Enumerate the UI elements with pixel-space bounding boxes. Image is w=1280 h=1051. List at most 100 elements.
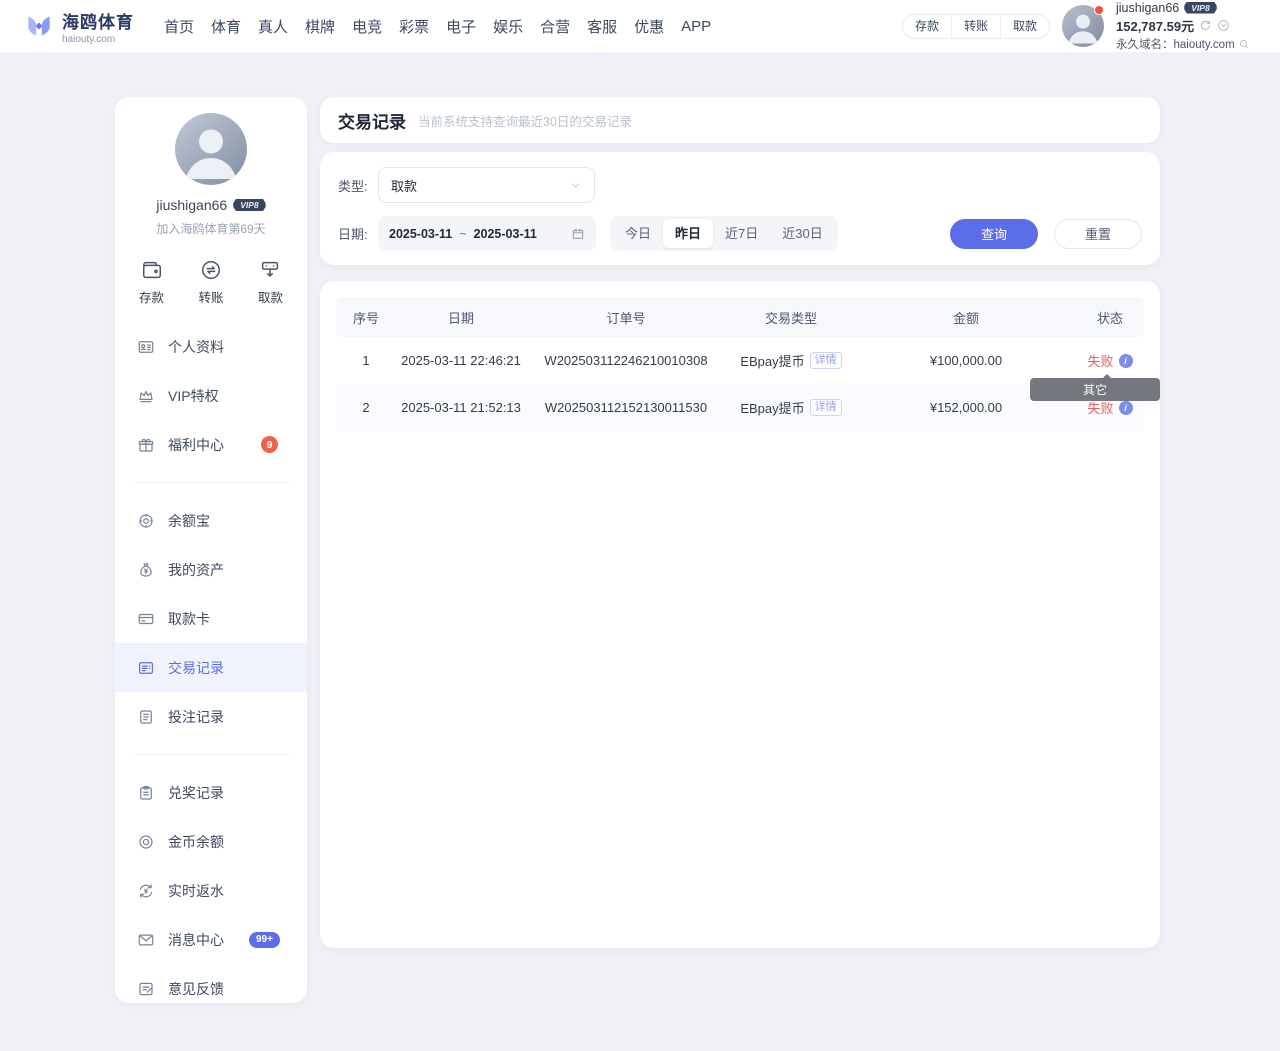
transaction-type-text: EBpay提币 bbox=[740, 398, 804, 417]
range-yesterday-button[interactable]: 昨日 bbox=[663, 219, 713, 248]
sidebar-item-rebate[interactable]: 实时返水 bbox=[115, 866, 307, 915]
transfer-button[interactable]: 转账 bbox=[951, 15, 1000, 38]
sidebar-username: jiushigan66 bbox=[156, 197, 227, 213]
nav-item-sports[interactable]: 体育 bbox=[211, 16, 241, 37]
brand-logo[interactable]: 海鸥体育 haiouty.com bbox=[24, 8, 134, 45]
status-fail-text: 失败 bbox=[1087, 351, 1113, 370]
brand-logo-icon bbox=[24, 11, 54, 41]
sidebar-item-vip[interactable]: VIP特权 bbox=[115, 371, 307, 420]
nav-item-chess[interactable]: 棋牌 bbox=[305, 16, 335, 37]
sidebar-item-welfare[interactable]: 福利中心 9 bbox=[115, 420, 307, 469]
sidebar-item-label: 个人资料 bbox=[168, 337, 224, 357]
sidebar-item-feedback[interactable]: 意见反馈 bbox=[115, 964, 307, 1003]
status-info-icon[interactable]: i bbox=[1119, 401, 1133, 415]
cell-date: 2025-03-11 21:52:13 bbox=[396, 400, 526, 415]
refresh-balance-icon[interactable] bbox=[1199, 19, 1212, 32]
reset-button[interactable]: 重置 bbox=[1054, 219, 1142, 249]
sidebar-item-yuebao[interactable]: 余额宝 bbox=[115, 496, 307, 545]
nav-item-slots[interactable]: 电子 bbox=[446, 16, 476, 37]
sidebar-transfer-button[interactable]: 转账 bbox=[198, 259, 223, 306]
status-tooltip: 其它 bbox=[1030, 378, 1160, 401]
date-separator: ~ bbox=[459, 227, 466, 241]
sidebar-item-profile[interactable]: 个人资料 bbox=[115, 322, 307, 371]
sidebar-deposit-button[interactable]: 存款 bbox=[139, 259, 164, 306]
top-navbar: 海鸥体育 haiouty.com 首页 体育 真人 棋牌 电竞 彩票 电子 娱乐… bbox=[0, 0, 1280, 52]
username: jiushigan66 bbox=[1116, 1, 1179, 15]
range-7days-button[interactable]: 近7日 bbox=[713, 219, 770, 248]
sidebar-item-label: 金币余额 bbox=[168, 832, 224, 852]
table-row: 2 2025-03-11 21:52:13 W20250311215213001… bbox=[336, 384, 1144, 431]
chevron-down-circle-icon[interactable] bbox=[1217, 19, 1230, 32]
status-info-icon[interactable]: i bbox=[1119, 354, 1133, 368]
table-row: 1 2025-03-11 22:46:21 W20250311224621001… bbox=[336, 337, 1144, 384]
balance-amount: 152,787.59元 bbox=[1116, 16, 1194, 35]
nav-item-app[interactable]: APP bbox=[681, 18, 711, 35]
chevron-down-icon bbox=[569, 179, 582, 192]
sidebar-item-coins[interactable]: 金币余额 bbox=[115, 817, 307, 866]
page-header-card: 交易记录 当前系统支持查询最近30日的交易记录 bbox=[320, 97, 1160, 143]
sidebar-withdraw-button[interactable]: 取款 bbox=[258, 259, 283, 306]
transfer-icon bbox=[200, 259, 222, 281]
date-range-input[interactable]: 2025-03-11 ~ 2025-03-11 bbox=[378, 216, 596, 251]
sidebar-item-prizes[interactable]: 兑奖记录 bbox=[115, 768, 307, 817]
search-icon[interactable] bbox=[1238, 38, 1250, 50]
nav-item-lottery[interactable]: 彩票 bbox=[399, 16, 429, 37]
nav-item-esports[interactable]: 电竞 bbox=[352, 16, 382, 37]
cell-type: EBpay提币 详情 bbox=[726, 351, 856, 370]
sidebar-item-messages[interactable]: 消息中心 99+ bbox=[115, 915, 307, 964]
date-end-value: 2025-03-11 bbox=[474, 227, 537, 241]
withdraw-button[interactable]: 取款 bbox=[1000, 15, 1049, 38]
transaction-list-icon bbox=[137, 659, 155, 677]
detail-tag-button[interactable]: 详情 bbox=[810, 399, 842, 416]
sidebar-avatar[interactable] bbox=[175, 113, 247, 185]
cell-amount: ¥152,000.00 bbox=[856, 400, 1076, 415]
nav-item-home[interactable]: 首页 bbox=[164, 16, 194, 37]
sidebar-quick-actions: 存款 转账 取款 bbox=[115, 259, 307, 306]
type-select[interactable]: 取款 bbox=[378, 167, 595, 203]
join-days-text: 加入海鸥体育第69天 bbox=[115, 220, 307, 237]
permanent-domain: 永久域名：haiouty.com bbox=[1116, 36, 1235, 52]
id-card-icon bbox=[137, 338, 155, 356]
bet-record-icon bbox=[137, 708, 155, 726]
sidebar-item-label: 取款卡 bbox=[168, 609, 210, 629]
col-type: 交易类型 bbox=[726, 308, 856, 327]
page-title: 交易记录 bbox=[338, 108, 406, 133]
date-filter-label: 日期: bbox=[338, 224, 378, 243]
cell-type: EBpay提币 详情 bbox=[726, 398, 856, 417]
notification-dot bbox=[1094, 5, 1104, 15]
user-avatar[interactable] bbox=[1062, 5, 1104, 47]
sidebar-item-label: 余额宝 bbox=[168, 511, 210, 531]
nav-item-partner[interactable]: 合营 bbox=[540, 16, 570, 37]
sidebar-item-bets[interactable]: 投注记录 bbox=[115, 692, 307, 741]
nav-item-promo[interactable]: 优惠 bbox=[634, 16, 664, 37]
range-30days-button[interactable]: 近30日 bbox=[770, 219, 834, 248]
sidebar-item-assets[interactable]: 我的资产 bbox=[115, 545, 307, 594]
deposit-icon bbox=[141, 259, 163, 281]
sidebar-vip-badge: VIP8 bbox=[233, 199, 265, 211]
detail-tag-button[interactable]: 详情 bbox=[810, 352, 842, 369]
search-button[interactable]: 查询 bbox=[950, 219, 1038, 249]
user-info-block: jiushigan66 VIP8 152,787.59元 永久域名：haiout… bbox=[1116, 1, 1266, 52]
coin-icon bbox=[137, 833, 155, 851]
range-today-button[interactable]: 今日 bbox=[613, 219, 663, 248]
sidebar-item-label: 交易记录 bbox=[168, 658, 224, 678]
col-status: 状态 bbox=[1076, 308, 1144, 327]
cell-amount: ¥100,000.00 bbox=[856, 353, 1076, 368]
cell-seq: 2 bbox=[336, 400, 396, 415]
sidebar-item-withdraw-card[interactable]: 取款卡 bbox=[115, 594, 307, 643]
nav-item-entertainment[interactable]: 娱乐 bbox=[493, 16, 523, 37]
safe-icon bbox=[137, 512, 155, 530]
transactions-table-card: 序号 日期 订单号 交易类型 金额 状态 1 2025-03-11 22:46:… bbox=[320, 281, 1160, 948]
filter-card: 类型: 取款 日期: 2025-03-11 ~ 2025-03-11 今日 昨日… bbox=[320, 152, 1160, 265]
col-amount: 金额 bbox=[856, 308, 1076, 327]
money-bag-icon bbox=[137, 561, 155, 579]
sidebar-item-transactions[interactable]: 交易记录 bbox=[115, 643, 307, 692]
nav-item-service[interactable]: 客服 bbox=[587, 16, 617, 37]
rebate-icon bbox=[137, 882, 155, 900]
brand-domain: haiouty.com bbox=[62, 34, 134, 45]
sidebar: jiushigan66 VIP8 加入海鸥体育第69天 存款 转账 取款 bbox=[115, 97, 307, 1003]
deposit-button[interactable]: 存款 bbox=[903, 15, 951, 38]
nav-item-live[interactable]: 真人 bbox=[258, 16, 288, 37]
crown-icon bbox=[137, 387, 155, 405]
sidebar-withdraw-label: 取款 bbox=[258, 287, 283, 306]
